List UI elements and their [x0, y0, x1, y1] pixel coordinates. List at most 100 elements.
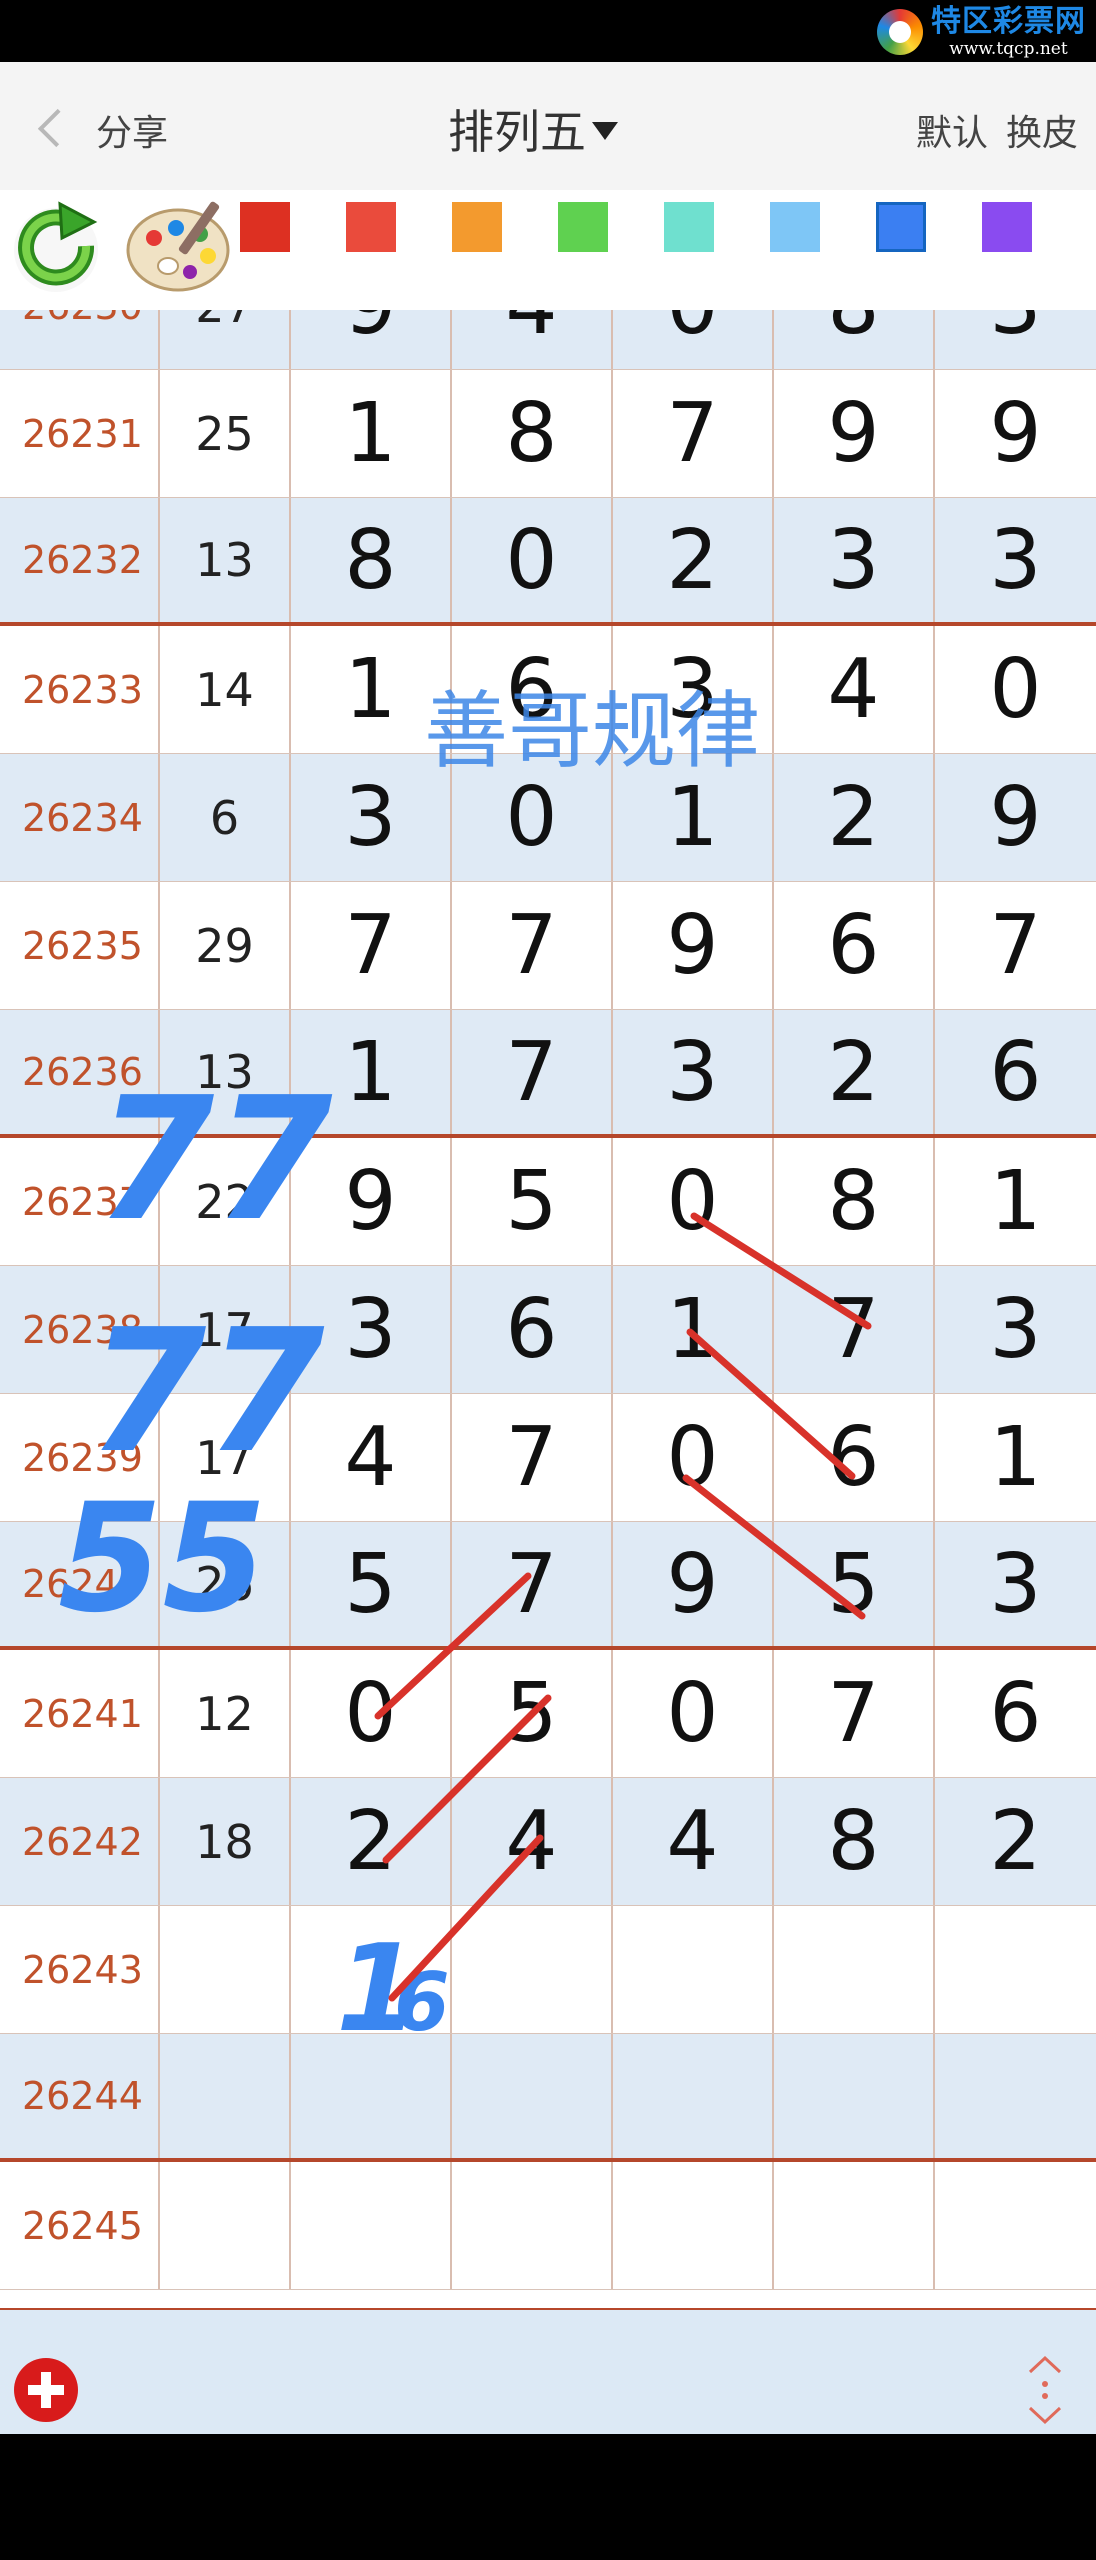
issue-number: 26237 [0, 1138, 160, 1265]
draw-digit: 6 [774, 882, 935, 1009]
status-area: 特区彩票网 www.tqcp.net [0, 0, 1096, 62]
draw-digit [935, 2034, 1096, 2158]
table-row: 26245 [0, 2162, 1096, 2290]
table-row: 26240 26 5 7 9 5 3 [0, 1522, 1096, 1650]
draw-digit: 1 [291, 370, 452, 497]
add-icon[interactable] [14, 2358, 78, 2422]
draw-digit: 9 [291, 310, 452, 369]
nav-bar: 分享 排列五 默认 换皮 [0, 62, 1096, 191]
digit-sum: 27 [160, 310, 291, 369]
caret-down-icon [592, 122, 618, 140]
draw-digit [452, 2162, 613, 2289]
draw-digit [291, 2034, 452, 2158]
draw-digit [935, 2162, 1096, 2289]
digit-sum: 29 [160, 882, 291, 1009]
draw-digit: 3 [613, 1010, 774, 1134]
issue-number: 26230 [0, 310, 160, 369]
draw-digit: 3 [989, 1282, 1042, 1377]
draw-digit: 2 [774, 754, 935, 881]
draw-digit: 7 [452, 1394, 613, 1521]
draw-digit [774, 2034, 935, 2158]
digit-sum: 6 [160, 754, 291, 881]
draw-digit: 3 [774, 498, 935, 622]
digit-sum: 25 [160, 370, 291, 497]
table-row: 26239 17 4 7 0 6 1 [0, 1394, 1096, 1522]
back-label[interactable]: 分享 [96, 104, 168, 156]
table-row: 26236 13 1 7 3 2 6 [0, 1010, 1096, 1138]
color-swatch[interactable] [240, 202, 290, 252]
issue-number: 26232 [0, 498, 160, 622]
draw-digit: 7 [452, 1522, 613, 1646]
draw-digit: 3 [989, 1536, 1042, 1632]
draw-digit: 6 [774, 1394, 935, 1521]
draw-digit: 4 [774, 626, 935, 753]
draw-digit: 3 [291, 1266, 452, 1393]
digit-sum: 14 [160, 626, 291, 753]
draw-digit [452, 1906, 613, 2033]
table-row: 26232 13 8 0 2 3 3 [0, 498, 1096, 626]
chevron-left-icon [37, 108, 77, 148]
color-swatch[interactable] [876, 202, 926, 252]
draw-digit: 8 [774, 1138, 935, 1265]
draw-digit: 1 [989, 1410, 1042, 1505]
draw-digit: 0 [613, 1394, 774, 1521]
draw-digit: 5 [774, 1522, 935, 1646]
color-swatch[interactable] [558, 202, 608, 252]
draw-digit: 1 [613, 754, 774, 881]
draw-digit [291, 2162, 452, 2289]
draw-digit: 1 [291, 1010, 452, 1134]
color-swatch[interactable] [664, 202, 714, 252]
draw-digit: 0 [989, 642, 1042, 737]
default-button[interactable]: 默认 [916, 104, 988, 156]
draw-digit: 8 [291, 498, 452, 622]
table-row: 26237 22 9 5 0 8 1 [0, 1138, 1096, 1266]
draw-digit [452, 2034, 613, 2158]
draw-digit: 6 [989, 1666, 1042, 1761]
issue-number: 26245 [0, 2162, 160, 2289]
draw-digit: 4 [613, 1778, 774, 1905]
issue-number: 26231 [0, 370, 160, 497]
draw-digit [613, 2034, 774, 2158]
table-row: 26235 29 7 7 9 6 7 [0, 882, 1096, 1010]
draw-digit: 1 [291, 626, 452, 753]
draw-digit: 7 [774, 1650, 935, 1777]
draw-digit: 7 [774, 1266, 935, 1393]
draw-digit: 7 [989, 898, 1042, 993]
lottery-selector[interactable]: 排列五 [448, 96, 618, 162]
draw-digit: 2 [989, 1794, 1042, 1889]
back-button[interactable] [30, 100, 77, 156]
issue-number: 26241 [0, 1650, 160, 1777]
digit-sum: 26 [160, 1522, 291, 1646]
draw-digit: 6 [989, 1024, 1042, 1120]
color-swatch[interactable] [770, 202, 820, 252]
draw-digit: 0 [613, 1138, 774, 1265]
draw-digit: 3 [613, 626, 774, 753]
digit-sum [160, 2034, 291, 2158]
palette-icon[interactable] [124, 196, 240, 296]
draw-digit [935, 1906, 1096, 2033]
site-logo-icon [877, 9, 923, 55]
watermark-title: 特区彩票网 [931, 3, 1086, 39]
color-swatch[interactable] [452, 202, 502, 252]
draw-digit: 1 [989, 1154, 1042, 1249]
table-row: 26241 12 0 5 0 7 6 [0, 1650, 1096, 1778]
draw-digit: 5 [452, 1138, 613, 1265]
draw-digit: 0 [613, 310, 774, 369]
draw-history-table: 2623027940832623125187992623213802332623… [0, 310, 1096, 2310]
page-title: 排列五 [448, 105, 586, 159]
skin-button[interactable]: 换皮 [1006, 104, 1078, 156]
draw-digit: 6 [452, 626, 613, 753]
color-swatch[interactable] [346, 202, 396, 252]
refresh-icon[interactable] [8, 200, 104, 296]
scroll-up-down-icon[interactable] [1024, 2354, 1066, 2426]
draw-digit [774, 2162, 935, 2289]
digit-sum: 13 [160, 1010, 291, 1134]
digit-sum [160, 1906, 291, 2033]
draw-digit: 3 [935, 310, 1096, 369]
digit-sum: 17 [160, 1394, 291, 1521]
table-row: 262302794083 [0, 310, 1096, 370]
color-swatch[interactable] [982, 202, 1032, 252]
digit-sum [160, 2162, 291, 2289]
draw-digit: 9 [989, 770, 1042, 865]
issue-number: 26240 [0, 1522, 160, 1646]
